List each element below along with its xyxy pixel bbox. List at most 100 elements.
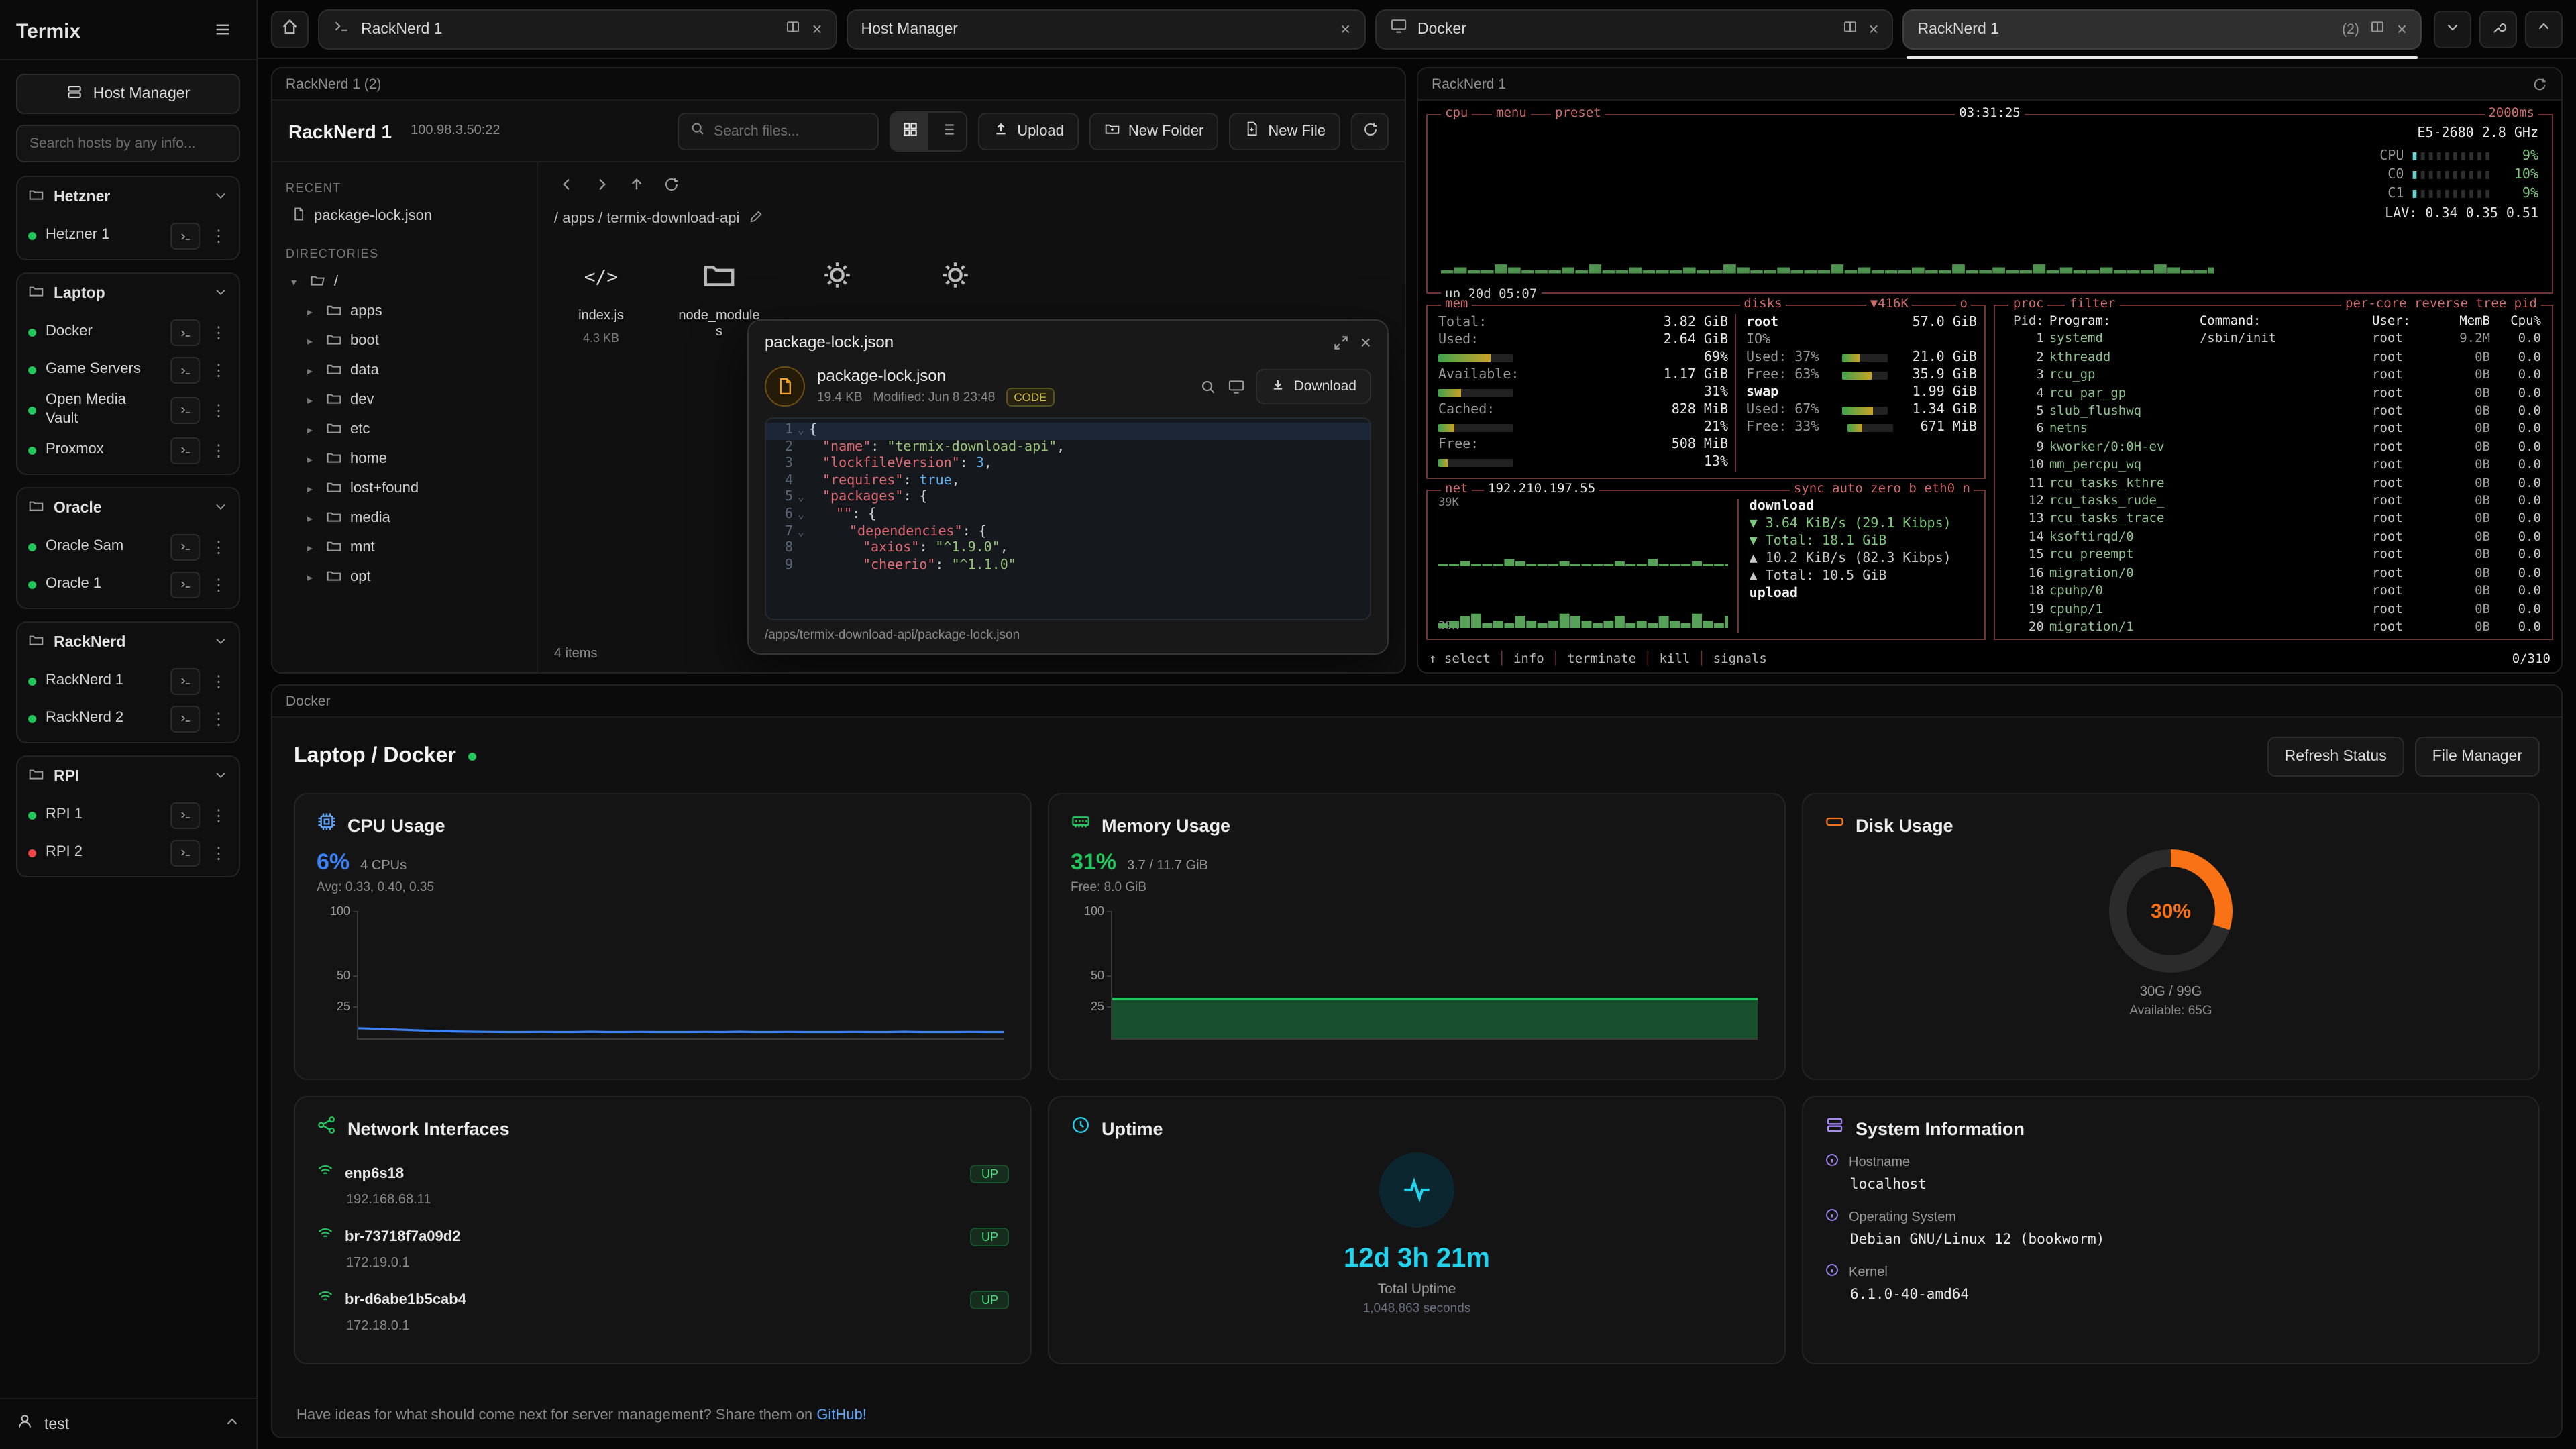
tree-dir-lost-found[interactable]: ▸ lost+found: [302, 474, 523, 503]
sidebar-collapse-button[interactable]: [205, 13, 240, 48]
btop-action-kill[interactable]: kill: [1660, 652, 1690, 667]
btop-menu-button[interactable]: menu: [1492, 106, 1531, 121]
host-item-docker[interactable]: Docker ⋮: [17, 314, 239, 352]
chevron-down-icon[interactable]: [213, 496, 228, 520]
host-group-header[interactable]: Laptop: [17, 274, 239, 314]
host-group-header[interactable]: Oracle: [17, 488, 239, 528]
list-view-button[interactable]: [928, 112, 966, 150]
terminal-screen[interactable]: cpu menu preset 03:31:25 2000ms ▁▂▁▁▃▂▁▁…: [1418, 101, 2561, 672]
host-item-racknerd-2[interactable]: RackNerd 2 ⋮: [17, 700, 239, 737]
more-options-icon[interactable]: ⋮: [209, 323, 228, 342]
host-item-racknerd-1[interactable]: RackNerd 1 ⋮: [17, 662, 239, 700]
tree-dir-home[interactable]: ▸ home: [302, 444, 523, 474]
btop-preset-button[interactable]: preset: [1551, 106, 1605, 121]
home-button[interactable]: [271, 10, 309, 48]
connect-terminal-button[interactable]: [170, 667, 200, 694]
host-search-input[interactable]: [16, 125, 240, 162]
host-group-header[interactable]: RackNerd: [17, 622, 239, 662]
host-item-open-media-vault[interactable]: Open Media Vault ⋮: [17, 389, 239, 431]
host-manager-button[interactable]: Host Manager: [16, 74, 240, 114]
tree-dir-boot[interactable]: ▸ boot: [302, 326, 523, 356]
back-button[interactable]: [551, 169, 581, 199]
close-tab-icon[interactable]: ×: [1340, 20, 1350, 38]
btop-action-terminate[interactable]: terminate: [1567, 652, 1636, 667]
file-manager-open-button[interactable]: File Manager: [2415, 737, 2540, 777]
host-group-header[interactable]: Hetzner: [17, 177, 239, 217]
more-options-icon[interactable]: ⋮: [209, 709, 228, 728]
code-preview[interactable]: 1⌄ { 2 "name": "termix-download-api", 3 …: [765, 417, 1371, 620]
connect-terminal-button[interactable]: [170, 437, 200, 464]
chevron-right-icon[interactable]: ▸: [307, 482, 318, 494]
chevron-right-icon[interactable]: ▸: [307, 453, 318, 465]
chevron-down-icon[interactable]: [213, 764, 228, 788]
admin-settings-button[interactable]: [2479, 10, 2517, 48]
chevron-right-icon[interactable]: ▸: [307, 394, 318, 406]
host-item-hetzner-1[interactable]: Hetzner 1 ⋮: [17, 217, 239, 255]
chevron-down-icon[interactable]: ▾: [291, 276, 302, 288]
close-tab-icon[interactable]: ×: [1868, 20, 1878, 38]
tree-dir-etc[interactable]: ▸ etc: [302, 415, 523, 444]
more-options-icon[interactable]: ⋮: [209, 441, 228, 460]
more-options-icon[interactable]: ⋮: [209, 843, 228, 862]
tree-dir-dev[interactable]: ▸ dev: [302, 385, 523, 415]
chevron-right-icon[interactable]: ▸: [307, 423, 318, 435]
edit-path-icon[interactable]: [749, 209, 763, 228]
host-item-game-servers[interactable]: Game Servers ⋮: [17, 352, 239, 389]
download-button[interactable]: Download: [1256, 369, 1371, 404]
chevron-right-icon[interactable]: ▸: [307, 571, 318, 583]
tree-dir-opt[interactable]: ▸ opt: [302, 562, 523, 592]
refresh-status-button[interactable]: Refresh Status: [2267, 737, 2404, 777]
btop-action-info[interactable]: info: [1513, 652, 1544, 667]
tree-dir-apps[interactable]: ▸ apps: [302, 297, 523, 326]
tree-dir-mnt[interactable]: ▸ mnt: [302, 533, 523, 562]
reconnect-terminal-icon[interactable]: [2532, 76, 2548, 92]
upload-button[interactable]: Upload: [978, 112, 1079, 150]
split-view-icon[interactable]: [2370, 17, 2386, 41]
recent-file-package-lock-json[interactable]: package-lock.json: [286, 201, 523, 231]
forward-button[interactable]: [586, 169, 616, 199]
host-item-oracle-sam[interactable]: Oracle Sam ⋮: [17, 528, 239, 566]
proc-menus[interactable]: per-core reverse tree pid: [2341, 297, 2541, 311]
more-options-icon[interactable]: ⋮: [209, 806, 228, 824]
chevron-right-icon[interactable]: ▸: [307, 541, 318, 553]
tab-racknerd-1-3[interactable]: RackNerd 1 (2) ×: [1903, 9, 2422, 49]
more-options-icon[interactable]: ⋮: [209, 361, 228, 380]
collapse-tabbar-button[interactable]: [2525, 10, 2563, 48]
process-table[interactable]: Pid:Program:Command:User:MemBCpu%1system…: [1996, 306, 2552, 637]
breadcrumb[interactable]: / apps / termix-download-api: [538, 203, 1405, 235]
interface-row-br-73718f7a09d2[interactable]: br-73718f7a09d2 UP 172.19.0.1: [317, 1216, 1009, 1279]
file-item-index-js[interactable]: </> index.js 4.3 KB: [559, 254, 643, 345]
chevron-right-icon[interactable]: ▸: [307, 305, 318, 317]
host-item-rpi-1[interactable]: RPI 1 ⋮: [17, 796, 239, 834]
chevron-down-icon[interactable]: [213, 630, 228, 654]
connect-terminal-button[interactable]: [170, 571, 200, 598]
host-item-proxmox[interactable]: Proxmox ⋮: [17, 431, 239, 469]
sidebar-footer[interactable]: test: [0, 1398, 256, 1449]
connect-terminal-button[interactable]: [170, 705, 200, 732]
proc-filter-button[interactable]: filter: [2065, 297, 2120, 311]
grid-view-button[interactable]: [891, 112, 928, 150]
tree-dir-data[interactable]: ▸ data: [302, 356, 523, 385]
connect-terminal-button[interactable]: [170, 223, 200, 250]
connect-terminal-button[interactable]: [170, 397, 200, 424]
chevron-down-icon[interactable]: [213, 282, 228, 306]
close-tab-icon[interactable]: ×: [2397, 20, 2407, 38]
file-search-input[interactable]: [714, 123, 867, 139]
chevron-right-icon[interactable]: ▸: [307, 512, 318, 524]
host-item-oracle-1[interactable]: Oracle 1 ⋮: [17, 566, 239, 603]
chevron-right-icon[interactable]: ▸: [307, 335, 318, 347]
connect-terminal-button[interactable]: [170, 357, 200, 384]
close-tab-icon[interactable]: ×: [812, 20, 822, 38]
interface-row-br-d6abe1b5cab4[interactable]: br-d6abe1b5cab4 UP 172.18.0.1: [317, 1279, 1009, 1342]
tree-root[interactable]: ▾ /: [286, 267, 523, 297]
github-link[interactable]: GitHub!: [816, 1407, 867, 1424]
tab-docker-2[interactable]: Docker ×: [1375, 9, 1894, 49]
btop-action-signals[interactable]: signals: [1713, 652, 1767, 667]
connect-terminal-button[interactable]: [170, 839, 200, 866]
host-item-rpi-2[interactable]: RPI 2 ⋮: [17, 834, 239, 871]
net-menus[interactable]: sync auto zero b eth0 n: [1790, 482, 1974, 496]
more-options-icon[interactable]: ⋮: [209, 401, 228, 420]
split-view-icon[interactable]: [785, 17, 801, 41]
connect-terminal-button[interactable]: [170, 533, 200, 560]
connect-terminal-button[interactable]: [170, 802, 200, 828]
